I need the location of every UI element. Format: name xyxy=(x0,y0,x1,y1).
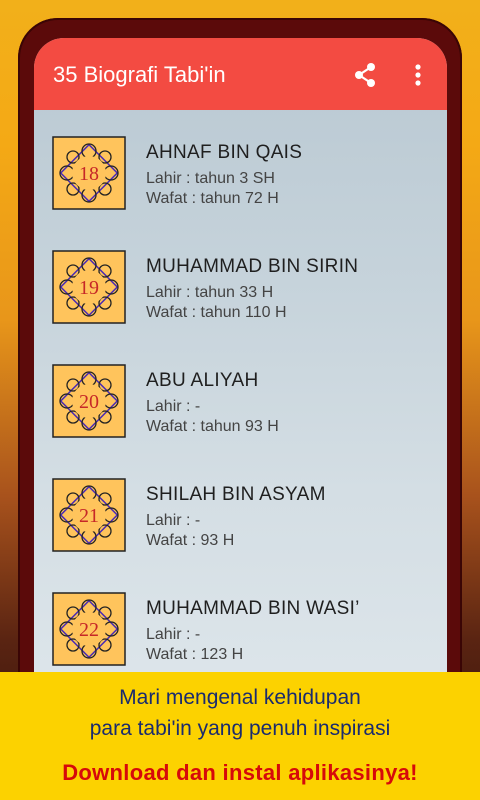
list-item[interactable]: 22 MUHAMMAD BIN WASI’ Lahir : - Wafat : 123… xyxy=(34,566,447,680)
item-wafat: Wafat : 93 H xyxy=(146,532,235,549)
item-wafat: Wafat : tahun 110 H xyxy=(146,304,287,321)
share-icon[interactable] xyxy=(350,60,380,90)
number-ornament-icon: 19 xyxy=(52,250,126,324)
item-wafat: Wafat : tahun 93 H xyxy=(146,418,279,435)
item-name: MUHAMMAD BIN WASI’ xyxy=(146,598,360,619)
item-wafat: Wafat : 123 H xyxy=(146,646,244,663)
number-ornament-icon: 22 xyxy=(52,592,126,666)
app-title: 35 Biografi Tabi'in xyxy=(53,62,226,87)
number-ornament-icon: 20 xyxy=(52,364,126,438)
banner-line-1: Mari mengenal kehidupan xyxy=(119,686,361,709)
app-bar: 35 Biografi Tabi'in xyxy=(34,38,447,110)
item-lahir: Lahir : tahun 3 SH xyxy=(146,170,275,187)
list-item[interactable]: 19 MUHAMMAD BIN SIRIN Lahir : tahun 33 H Wa… xyxy=(34,224,447,338)
app-screen: 35 Biografi Tabi'in 18 AHNAF BIN QAIS Lahi… xyxy=(34,38,447,738)
tabiin-list: 18 AHNAF BIN QAIS Lahir : tahun 3 SH Wafat … xyxy=(34,110,447,680)
more-vert-icon[interactable] xyxy=(406,60,430,90)
item-number: 21 xyxy=(79,505,99,527)
list-item[interactable]: 20 ABU ALIYAH Lahir : - Wafat : tahun 93 H xyxy=(34,338,447,452)
item-name: ABU ALIYAH xyxy=(146,370,259,391)
number-ornament-icon: 21 xyxy=(52,478,126,552)
list-item[interactable]: 21 SHILAH BIN ASYAM Lahir : - Wafat : 93 H xyxy=(34,452,447,566)
list-item[interactable]: 18 AHNAF BIN QAIS Lahir : tahun 3 SH Wafat … xyxy=(34,110,447,224)
number-ornament-icon: 18 xyxy=(52,136,126,210)
item-lahir: Lahir : tahun 33 H xyxy=(146,284,274,301)
item-wafat: Wafat : tahun 72 H xyxy=(146,190,279,207)
item-name: SHILAH BIN ASYAM xyxy=(146,484,326,505)
download-cta: Download dan instal aplikasinya! xyxy=(62,760,418,785)
item-lahir: Lahir : - xyxy=(146,398,201,415)
promo-banner: Mari mengenal kehidupan para tabi'in yan… xyxy=(0,672,480,800)
banner-line-2: para tabi'in yang penuh inspirasi xyxy=(89,717,391,740)
item-lahir: Lahir : - xyxy=(146,512,201,529)
item-name: MUHAMMAD BIN SIRIN xyxy=(146,256,359,277)
item-number: 18 xyxy=(79,163,99,185)
item-number: 20 xyxy=(79,391,99,413)
item-name: AHNAF BIN QAIS xyxy=(146,142,303,163)
item-number: 22 xyxy=(79,619,99,641)
item-number: 19 xyxy=(79,277,99,299)
item-lahir: Lahir : - xyxy=(146,626,201,643)
